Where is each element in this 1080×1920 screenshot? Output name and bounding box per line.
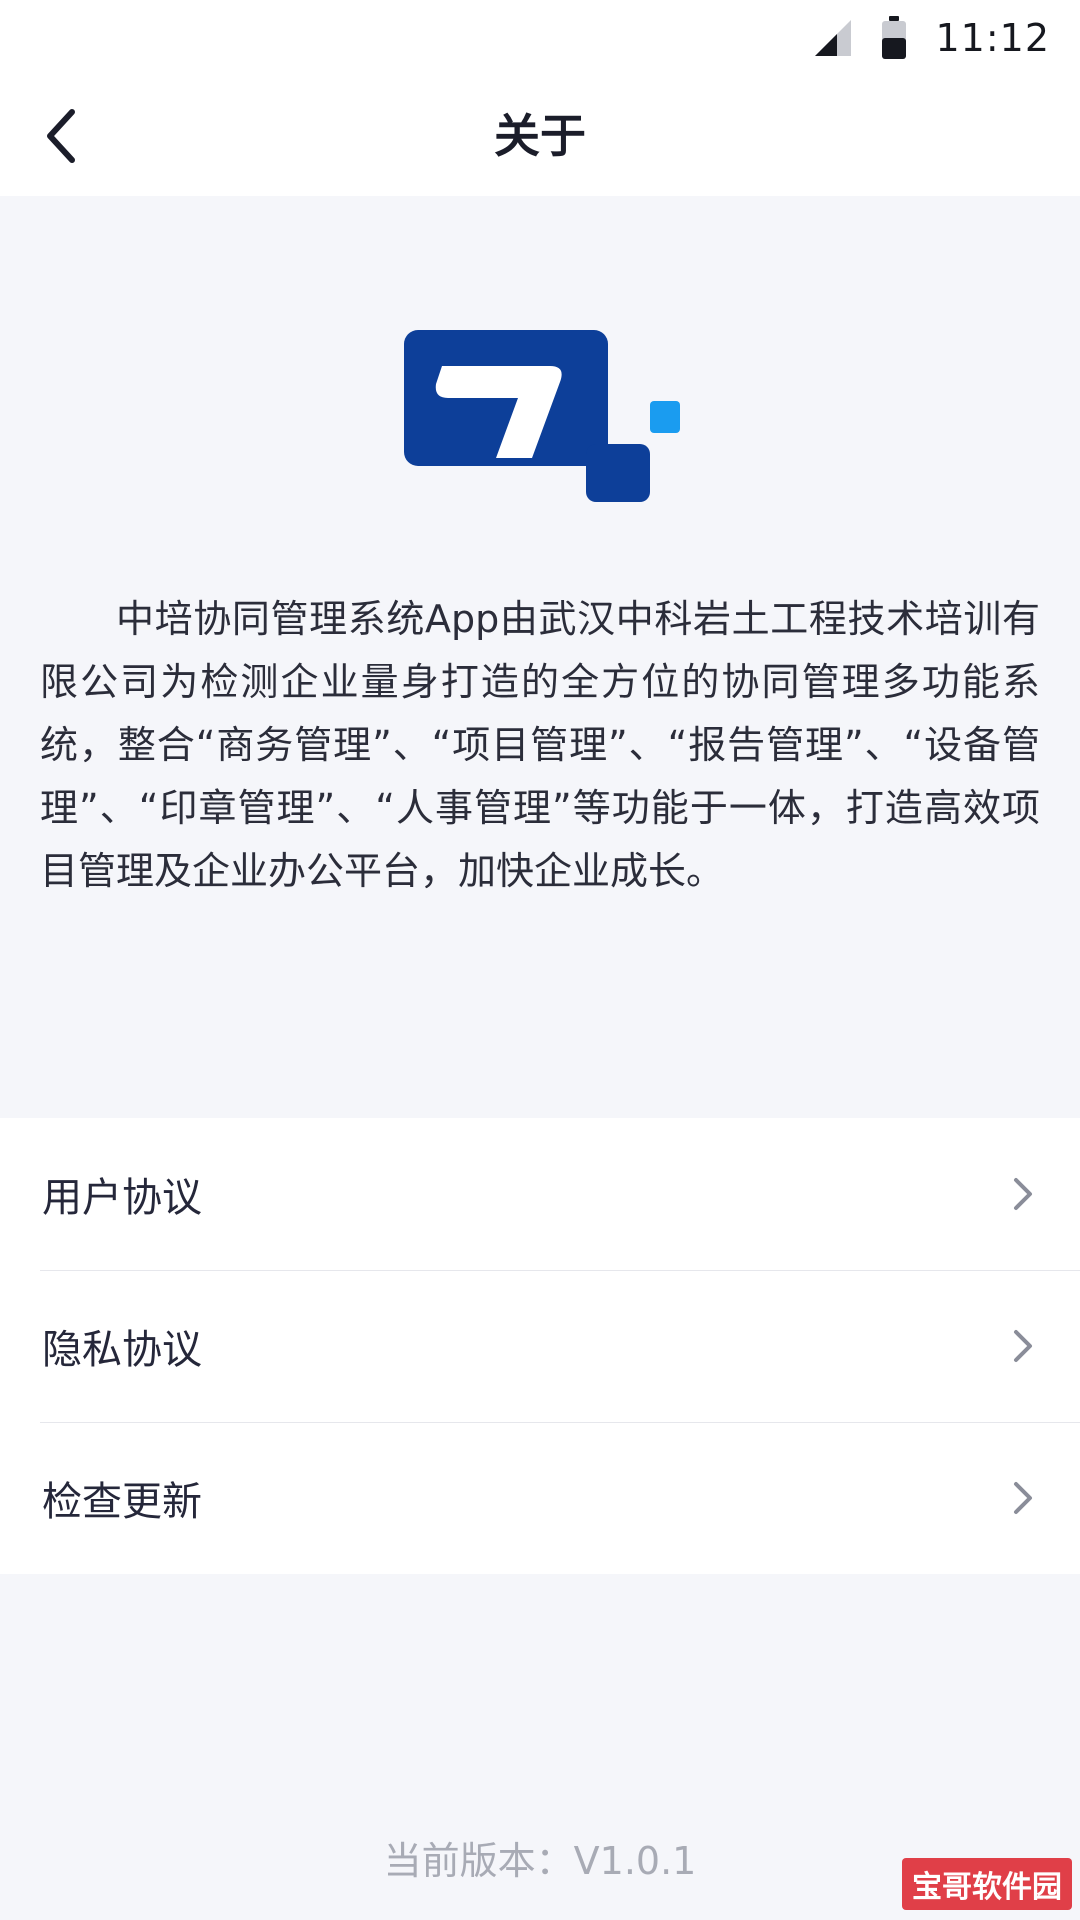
app-description: 中培协同管理系统App由武汉中科岩土工程技术培训有限公司为检测企业量身打造的全方…	[40, 597, 1040, 893]
about-section: 中培协同管理系统App由武汉中科岩土工程技术培训有限公司为检测企业量身打造的全方…	[0, 196, 1080, 1118]
menu-item-label: 检查更新	[42, 1479, 202, 1525]
app-logo	[404, 330, 680, 502]
menu-item-label: 用户协议	[42, 1175, 202, 1221]
status-time: 11:12	[935, 16, 1050, 60]
watermark: 宝哥软件园	[902, 1858, 1072, 1910]
chevron-right-icon	[1014, 1330, 1032, 1362]
menu-list: 用户协议 隐私协议 检查更新	[0, 1118, 1080, 1574]
nav-bar: 关于	[0, 76, 1080, 196]
chevron-right-icon	[1014, 1482, 1032, 1514]
status-icons: 11:12	[813, 14, 1050, 62]
check-update-item[interactable]: 检查更新	[0, 1422, 1080, 1574]
battery-icon	[882, 16, 907, 59]
status-bar: 11:12	[0, 0, 1080, 76]
chevron-right-icon	[1014, 1178, 1032, 1210]
privacy-agreement-item[interactable]: 隐私协议	[0, 1270, 1080, 1422]
menu-item-label: 隐私协议	[42, 1327, 202, 1373]
user-agreement-item[interactable]: 用户协议	[0, 1118, 1080, 1270]
page-title: 关于	[494, 109, 586, 163]
signal-icon	[815, 20, 852, 56]
